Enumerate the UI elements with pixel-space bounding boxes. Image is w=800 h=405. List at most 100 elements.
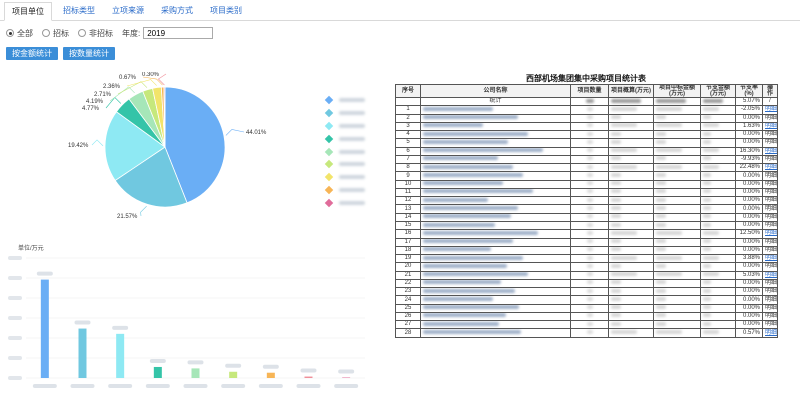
row-company-redacted [420,295,571,305]
row-saving-rate: 0.00% [735,287,763,297]
row-index: 14 [395,212,421,223]
legend-label-redacted [339,111,365,116]
tab-project-unit[interactable]: 项目单位 [4,2,52,21]
row-detail-link[interactable]: 明细 [762,270,778,280]
row-detail-link[interactable]: 明细 [762,311,778,322]
row-company-redacted [420,204,571,214]
legend-item[interactable] [324,120,365,133]
row-detail-link[interactable]: 明细 [762,328,778,338]
row-company-redacted [420,179,571,189]
legend-label-redacted [339,175,365,180]
row-detail-link[interactable]: 明细 [762,105,778,115]
row-detail-link[interactable]: 明细 [762,179,778,189]
row-saving-rate: 5.03% [735,270,763,280]
stat-by-amount-button[interactable]: 按金额统计 [6,47,58,60]
legend-item[interactable] [324,171,365,184]
bar-chart: 单位/万元 [0,240,370,392]
row-company-redacted [420,171,571,181]
filter-bid[interactable]: 招标 [42,28,69,39]
bar[interactable] [40,279,49,378]
row-detail-link[interactable]: 明细 [762,146,778,156]
row-company-redacted [420,121,571,132]
bar[interactable] [191,368,200,378]
row-detail-link[interactable]: 明细 [762,295,778,305]
legend-item[interactable] [324,107,365,120]
legend-item[interactable] [324,196,365,209]
row-bid-redacted [653,179,701,189]
row-detail-link[interactable]: 明细 [762,113,778,123]
row-detail-link[interactable]: 明细 [762,130,778,140]
bar[interactable] [229,371,238,378]
row-budget-redacted [608,204,654,214]
total-rate: 5.07% [735,96,763,107]
row-bid-redacted [653,171,701,181]
row-detail-link[interactable]: 明细 [762,320,778,330]
bar[interactable] [266,372,275,378]
row-detail-link[interactable]: 明细 [762,204,778,214]
row-detail-link[interactable]: 明细 [762,196,778,206]
row-detail-link[interactable]: 明细 [762,121,778,132]
bar[interactable] [153,366,162,378]
row-saving-redacted [700,229,736,239]
col-count: 项目数量 [570,84,609,98]
row-bid-redacted [653,105,701,115]
row-detail-link[interactable]: 明细 [762,237,778,247]
row-detail-link[interactable]: 明细 [762,254,778,264]
radio-all[interactable] [6,29,14,37]
row-detail-link[interactable]: 明细 [762,229,778,239]
row-detail-link[interactable]: 明细 [762,154,778,165]
row-saving-redacted [700,311,736,322]
row-detail-link[interactable]: 明细 [762,187,778,198]
year-input[interactable] [143,27,214,39]
col-index: 序号 [395,84,421,98]
row-saving-redacted [700,295,736,305]
table-row: 16 12.50% 明细 [395,229,778,239]
row-budget-redacted [608,328,654,338]
bar[interactable] [304,376,313,378]
filter-bar: 全部 招标 非招标 年度: [6,27,214,39]
tab-purchase-method[interactable]: 采购方式 [154,2,200,21]
bar[interactable] [116,333,125,378]
row-detail-link[interactable]: 明细 [762,163,778,173]
row-detail-link[interactable]: 明细 [762,171,778,181]
tab-bid-type[interactable]: 招标类型 [56,2,102,21]
stat-by-count-button[interactable]: 按数量统计 [63,47,115,60]
row-saving-rate: 0.00% [735,311,763,322]
filter-all[interactable]: 全部 [6,28,33,39]
table-row: 27 0.00% 明细 [395,320,778,330]
row-detail-link[interactable]: 明细 [762,287,778,297]
filter-non-bid[interactable]: 非招标 [78,28,113,39]
legend-item[interactable] [324,145,365,158]
bar[interactable] [78,328,87,378]
pie-label: 4.77% [82,106,100,112]
legend-diamond-icon [324,198,334,208]
row-detail-link[interactable]: 明细 [762,303,778,313]
radio-bid[interactable] [42,29,50,37]
legend-item[interactable] [324,184,365,197]
legend-item[interactable] [324,94,365,107]
legend-label-redacted [339,98,365,103]
radio-non-bid[interactable] [78,29,86,37]
tab-project-category[interactable]: 项目类别 [203,2,249,21]
row-detail-link[interactable]: 明细 [762,138,778,148]
row-saving-rate: 12.50% [735,229,763,239]
row-detail-link[interactable]: 明细 [762,245,778,256]
row-detail-link[interactable]: 明细 [762,220,778,231]
bar-value-label-redacted [149,358,166,363]
row-bid-redacted [653,320,701,330]
row-detail-link[interactable]: 明细 [762,262,778,272]
legend-label-redacted [339,123,365,128]
tab-project-source[interactable]: 立项来源 [105,2,151,21]
row-bid-redacted [653,311,701,322]
year-label: 年度: [122,28,141,38]
row-index: 23 [395,287,421,297]
row-index: 15 [395,220,421,231]
bar-value-label-redacted [338,369,355,374]
bar-value-label-redacted [112,325,129,330]
row-count-redacted [570,220,609,231]
row-detail-link[interactable]: 明细 [762,212,778,223]
row-saving-redacted [700,303,736,313]
row-detail-link[interactable]: 明细 [762,278,778,289]
legend-item[interactable] [324,158,365,171]
legend-item[interactable] [324,132,365,145]
